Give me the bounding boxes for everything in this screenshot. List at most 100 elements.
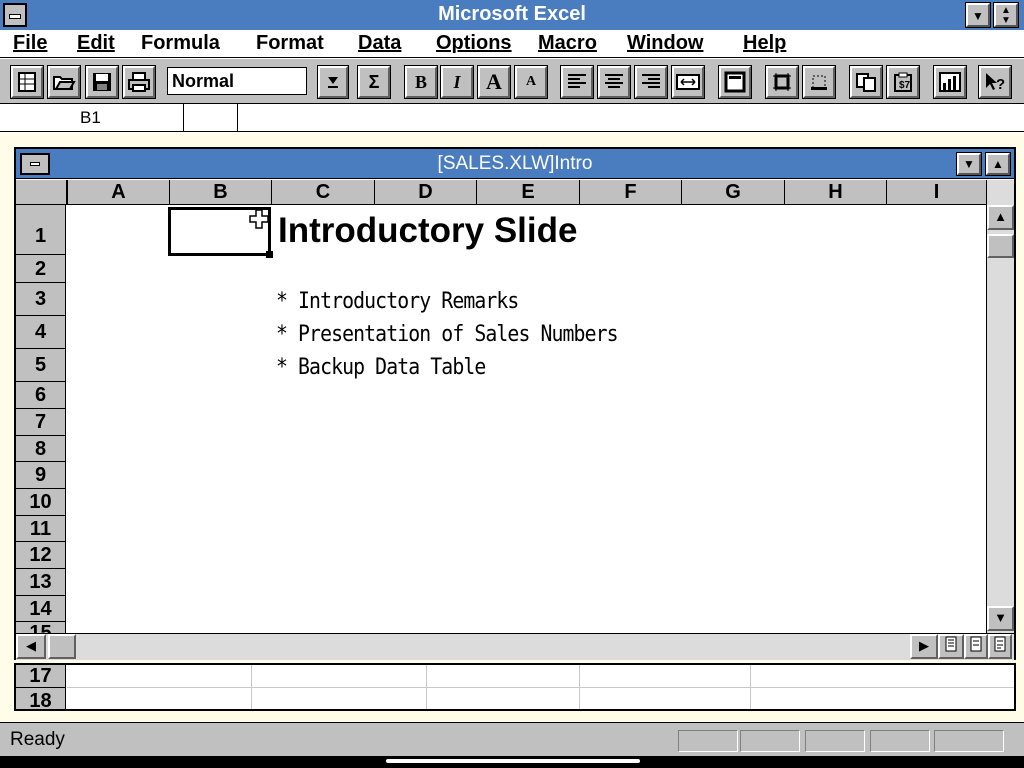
italic-button[interactable]: I bbox=[440, 65, 474, 99]
row-header-15[interactable]: 15 bbox=[16, 622, 66, 633]
menu-format[interactable]: Format bbox=[256, 32, 324, 55]
minimize-button[interactable]: ▼ bbox=[965, 2, 991, 28]
border-box-button[interactable] bbox=[765, 65, 799, 99]
scroll-down-button[interactable]: ▼ bbox=[987, 606, 1014, 631]
chart-wizard-button[interactable] bbox=[933, 65, 967, 99]
row-header-18[interactable]: 18 bbox=[16, 688, 66, 709]
status-indicator bbox=[740, 730, 800, 752]
help-pointer-button[interactable]: ? bbox=[978, 65, 1012, 99]
menu-help[interactable]: Help bbox=[743, 32, 786, 55]
chart-wizard-icon bbox=[939, 72, 961, 92]
outline-border-button[interactable] bbox=[718, 65, 752, 99]
style-box[interactable]: Normal bbox=[167, 67, 307, 95]
horizontal-scroll-thumb[interactable] bbox=[48, 634, 76, 659]
center-across-icon bbox=[676, 74, 700, 90]
row-header-2[interactable]: 2 bbox=[16, 255, 66, 283]
paste-format-button[interactable]: $7 bbox=[886, 65, 920, 99]
row-header-6[interactable]: 6 bbox=[16, 382, 66, 409]
workspace: [SALES.XLW]Intro ▼ ▲ A B C D E F G H I 1… bbox=[0, 133, 1024, 722]
scroll-left-button[interactable]: ◀ bbox=[16, 634, 46, 659]
row-header-12[interactable]: 12 bbox=[16, 542, 66, 569]
print-button[interactable] bbox=[122, 65, 156, 99]
vertical-scrollbar[interactable]: ▲ ▼ bbox=[986, 180, 1014, 633]
column-header-f[interactable]: F bbox=[579, 180, 681, 204]
status-bar: Ready bbox=[0, 722, 1024, 756]
sheet-tab-prev-button[interactable] bbox=[964, 634, 988, 659]
cell-grid[interactable] bbox=[67, 205, 986, 631]
status-text: Ready bbox=[10, 729, 65, 750]
row-header-17[interactable]: 17 bbox=[16, 665, 66, 688]
column-header-i[interactable]: I bbox=[886, 180, 986, 204]
bold-button[interactable]: B bbox=[404, 65, 438, 99]
new-sheet-button[interactable] bbox=[10, 65, 44, 99]
align-right-icon bbox=[642, 74, 660, 88]
increase-font-size-button[interactable]: A bbox=[477, 65, 511, 99]
menu-options[interactable]: Options bbox=[436, 32, 512, 55]
row-header-13[interactable]: 13 bbox=[16, 569, 66, 596]
gridline bbox=[67, 687, 1014, 688]
document-maximize-button[interactable]: ▲ bbox=[985, 152, 1011, 176]
menu-edit[interactable]: Edit bbox=[77, 32, 115, 55]
copy-icon bbox=[856, 73, 876, 92]
gridline bbox=[251, 665, 252, 709]
align-left-button[interactable] bbox=[560, 65, 594, 99]
fill-handle[interactable] bbox=[266, 251, 273, 258]
row-header-5[interactable]: 5 bbox=[16, 349, 66, 382]
select-all-button[interactable] bbox=[16, 180, 67, 204]
column-header-e[interactable]: E bbox=[476, 180, 579, 204]
menu-file[interactable]: File bbox=[13, 32, 47, 55]
scroll-right-button[interactable]: ▶ bbox=[910, 634, 938, 659]
cell-reference-box[interactable]: B1 bbox=[0, 104, 184, 131]
bottom-border-button[interactable] bbox=[802, 65, 836, 99]
sheet-tab-first-button[interactable] bbox=[938, 634, 964, 659]
align-center-button[interactable] bbox=[597, 65, 631, 99]
column-header-c[interactable]: C bbox=[271, 180, 374, 204]
open-button[interactable] bbox=[47, 65, 81, 99]
menu-data[interactable]: Data bbox=[358, 32, 401, 55]
page-icon bbox=[970, 636, 982, 652]
center-across-columns-button[interactable] bbox=[671, 65, 705, 99]
autosum-button[interactable]: Σ bbox=[357, 65, 391, 99]
dropdown-arrow-icon bbox=[328, 77, 338, 88]
page-icon bbox=[945, 636, 957, 652]
row-header-14[interactable]: 14 bbox=[16, 596, 66, 622]
row-header-4[interactable]: 4 bbox=[16, 316, 66, 349]
menu-formula[interactable]: Formula bbox=[141, 32, 220, 55]
column-header-a[interactable]: A bbox=[67, 180, 169, 204]
row-header-3[interactable]: 3 bbox=[16, 283, 66, 316]
save-button[interactable] bbox=[85, 65, 119, 99]
bottom-border-icon bbox=[811, 75, 827, 90]
row-header-1[interactable]: 1 bbox=[16, 205, 66, 255]
column-header-h[interactable]: H bbox=[784, 180, 886, 204]
copy-button[interactable] bbox=[849, 65, 883, 99]
menu-macro[interactable]: Macro bbox=[538, 32, 597, 55]
horizontal-scrollbar[interactable]: ◀ ▶ bbox=[16, 633, 1014, 660]
lower-worksheet-pane: 17 18 bbox=[14, 663, 1016, 711]
row-header-9[interactable]: 9 bbox=[16, 462, 66, 489]
row-header-10[interactable]: 10 bbox=[16, 489, 66, 516]
home-indicator bbox=[386, 759, 640, 763]
gridline bbox=[426, 665, 427, 709]
outline-border-icon bbox=[724, 71, 746, 93]
app-title: Microsoft Excel bbox=[438, 3, 586, 25]
row-header-11[interactable]: 11 bbox=[16, 516, 66, 542]
vertical-scroll-thumb[interactable] bbox=[987, 234, 1014, 258]
decrease-font-size-button[interactable]: A bbox=[514, 65, 548, 99]
menu-window[interactable]: Window bbox=[627, 32, 703, 55]
document-minimize-button[interactable]: ▼ bbox=[956, 152, 982, 176]
scroll-up-button[interactable]: ▲ bbox=[987, 205, 1014, 230]
restore-button[interactable]: ▲ ▼ bbox=[993, 2, 1019, 28]
column-header-b[interactable]: B bbox=[169, 180, 271, 204]
row-header-8[interactable]: 8 bbox=[16, 436, 66, 462]
style-dropdown-button[interactable] bbox=[317, 65, 349, 99]
sheet-tab-next-button[interactable] bbox=[988, 634, 1012, 659]
align-right-button[interactable] bbox=[634, 65, 668, 99]
formula-input[interactable] bbox=[240, 104, 1024, 131]
column-header-g[interactable]: G bbox=[681, 180, 784, 204]
formula-bar: B1 bbox=[0, 104, 1024, 132]
row-header-7[interactable]: 7 bbox=[16, 409, 66, 436]
bullet-item: * Introductory Remarks bbox=[276, 289, 519, 314]
gridline bbox=[750, 665, 751, 709]
column-header-d[interactable]: D bbox=[374, 180, 476, 204]
bullet-item: * Backup Data Table bbox=[276, 355, 486, 380]
